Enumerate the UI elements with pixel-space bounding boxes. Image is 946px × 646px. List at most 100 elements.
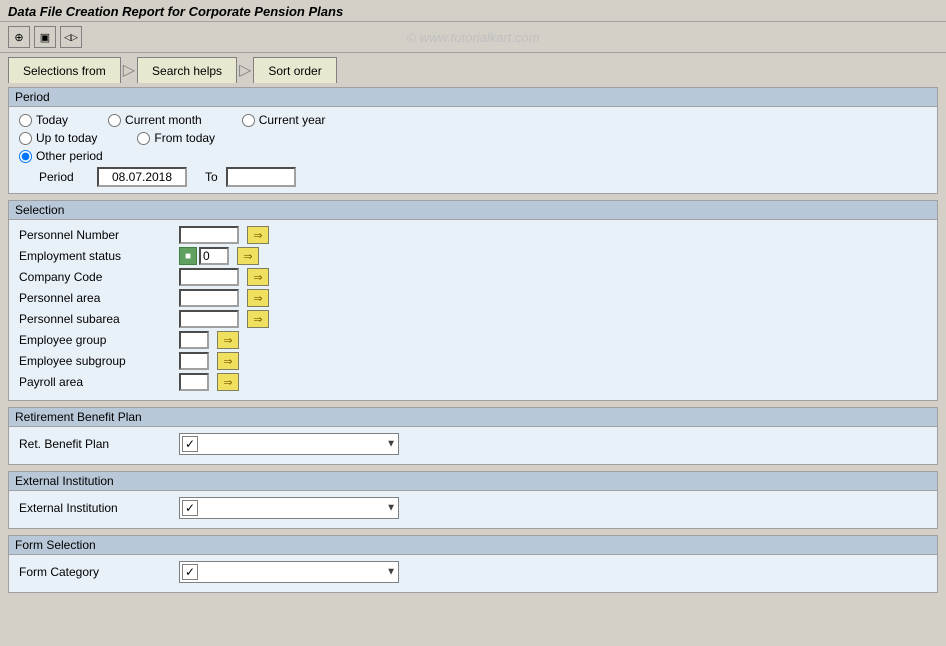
period-label: Period [39, 170, 89, 184]
tab-divider-2: ▷ [239, 60, 251, 80]
period-section-body: Today Current month Current year Up to t… [9, 107, 937, 193]
sort-tab-label: Sort order [268, 64, 321, 78]
personnel-number-input[interactable] [179, 226, 239, 244]
selection-section: Selection Personnel Number ⇒ Employment … [8, 200, 938, 401]
personnel-subarea-row: Personnel subarea ⇒ [19, 310, 927, 328]
external-checkbox-icon: ✓ [182, 500, 198, 516]
radio-today[interactable]: Today [19, 113, 68, 127]
radio-other-period-label: Other period [36, 149, 103, 163]
form-checkbox-icon: ✓ [182, 564, 198, 580]
tab-search[interactable]: Search helps [137, 57, 237, 83]
radio-row-1: Today Current month Current year [19, 113, 927, 127]
personnel-number-arrow-btn[interactable]: ⇒ [247, 226, 269, 244]
watermark: © www.tutorialkart.com [406, 30, 539, 45]
external-label: External Institution [19, 501, 179, 515]
to-label: To [205, 170, 218, 184]
external-select[interactable]: ✓ ▼ [179, 497, 399, 519]
employment-status-input[interactable] [199, 247, 229, 265]
period-to-input[interactable] [226, 167, 296, 187]
main-window: Data File Creation Report for Corporate … [0, 0, 946, 646]
emp-status-icon[interactable]: ■ [179, 247, 197, 265]
payroll-area-arrow-btn[interactable]: ⇒ [217, 373, 239, 391]
form-select[interactable]: ✓ ▼ [179, 561, 399, 583]
retirement-section-body: Ret. Benefit Plan ✓ ▼ [9, 427, 937, 464]
selection-section-header: Selection [9, 201, 937, 220]
radio-current-month-input[interactable] [108, 114, 121, 127]
period-from-input[interactable] [97, 167, 187, 187]
personnel-subarea-label: Personnel subarea [19, 312, 179, 326]
form-dropdown-row: Form Category ✓ ▼ [19, 561, 927, 583]
tab-bar: Selections from ▷ Search helps ▷ Sort or… [0, 53, 946, 83]
window-title: Data File Creation Report for Corporate … [8, 4, 343, 19]
emp-status-controls: ■ [179, 247, 229, 265]
employee-subgroup-label: Employee subgroup [19, 354, 179, 368]
radio-from-today-input[interactable] [137, 132, 150, 145]
radio-up-to-today-input[interactable] [19, 132, 32, 145]
radio-from-today[interactable]: From today [137, 131, 215, 145]
period-section: Period Today Current month Current year [8, 87, 938, 194]
company-code-row: Company Code ⇒ [19, 268, 927, 286]
company-code-arrow-btn[interactable]: ⇒ [247, 268, 269, 286]
form-dropdown-arrow-icon: ▼ [386, 567, 396, 578]
radio-row-3: Other period [19, 149, 927, 163]
period-section-header: Period [9, 88, 937, 107]
tab-divider-1: ▷ [123, 60, 135, 80]
employee-group-input[interactable] [179, 331, 209, 349]
payroll-area-row: Payroll area ⇒ [19, 373, 927, 391]
employee-subgroup-input[interactable] [179, 352, 209, 370]
external-dropdown-arrow-icon: ▼ [386, 503, 396, 514]
personnel-number-row: Personnel Number ⇒ [19, 226, 927, 244]
employee-subgroup-arrow-btn[interactable]: ⇒ [217, 352, 239, 370]
external-section-header: External Institution [9, 472, 937, 491]
payroll-area-input[interactable] [179, 373, 209, 391]
radio-current-month-label: Current month [125, 113, 202, 127]
external-section-body: External Institution ✓ ▼ [9, 491, 937, 528]
personnel-area-input[interactable] [179, 289, 239, 307]
toolbar: ⊕ ▣ ◁▷ © www.tutorialkart.com [0, 22, 946, 53]
retirement-select[interactable]: ✓ ▼ [179, 433, 399, 455]
retirement-dropdown-row: Ret. Benefit Plan ✓ ▼ [19, 433, 927, 455]
personnel-subarea-arrow-btn[interactable]: ⇒ [247, 310, 269, 328]
radio-from-today-label: From today [154, 131, 215, 145]
form-label: Form Category [19, 565, 179, 579]
radio-other-period[interactable]: Other period [19, 149, 103, 163]
forward-button[interactable]: ◁▷ [60, 26, 82, 48]
form-section-header: Form Selection [9, 536, 937, 555]
employee-subgroup-row: Employee subgroup ⇒ [19, 352, 927, 370]
employee-group-row: Employee group ⇒ [19, 331, 927, 349]
personnel-area-row: Personnel area ⇒ [19, 289, 927, 307]
radio-today-input[interactable] [19, 114, 32, 127]
form-section-body: Form Category ✓ ▼ [9, 555, 937, 592]
personnel-area-label: Personnel area [19, 291, 179, 305]
main-content: Period Today Current month Current year [0, 83, 946, 646]
back-button[interactable]: ⊕ [8, 26, 30, 48]
employment-status-arrow-btn[interactable]: ⇒ [237, 247, 259, 265]
retirement-section-header: Retirement Benefit Plan [9, 408, 937, 427]
employee-group-label: Employee group [19, 333, 179, 347]
radio-today-label: Today [36, 113, 68, 127]
radio-current-year[interactable]: Current year [242, 113, 326, 127]
company-code-input[interactable] [179, 268, 239, 286]
radio-current-year-label: Current year [259, 113, 326, 127]
radio-current-year-input[interactable] [242, 114, 255, 127]
retirement-label: Ret. Benefit Plan [19, 437, 179, 451]
save-button[interactable]: ▣ [34, 26, 56, 48]
employment-status-label: Employment status [19, 249, 179, 263]
tab-selections[interactable]: Selections from [8, 57, 121, 83]
company-code-label: Company Code [19, 270, 179, 284]
personnel-subarea-input[interactable] [179, 310, 239, 328]
retirement-section: Retirement Benefit Plan Ret. Benefit Pla… [8, 407, 938, 465]
employee-group-arrow-btn[interactable]: ⇒ [217, 331, 239, 349]
radio-up-to-today-label: Up to today [36, 131, 97, 145]
radio-other-period-input[interactable] [19, 150, 32, 163]
radio-up-to-today[interactable]: Up to today [19, 131, 97, 145]
personnel-area-arrow-btn[interactable]: ⇒ [247, 289, 269, 307]
selections-tab-label: Selections from [23, 64, 106, 78]
search-tab-label: Search helps [152, 64, 222, 78]
form-section: Form Selection Form Category ✓ ▼ [8, 535, 938, 593]
period-date-row: Period To [39, 167, 927, 187]
radio-row-2: Up to today From today [19, 131, 927, 145]
tab-sort[interactable]: Sort order [253, 57, 336, 83]
radio-current-month[interactable]: Current month [108, 113, 202, 127]
selection-section-body: Personnel Number ⇒ Employment status ■ ⇒… [9, 220, 937, 400]
